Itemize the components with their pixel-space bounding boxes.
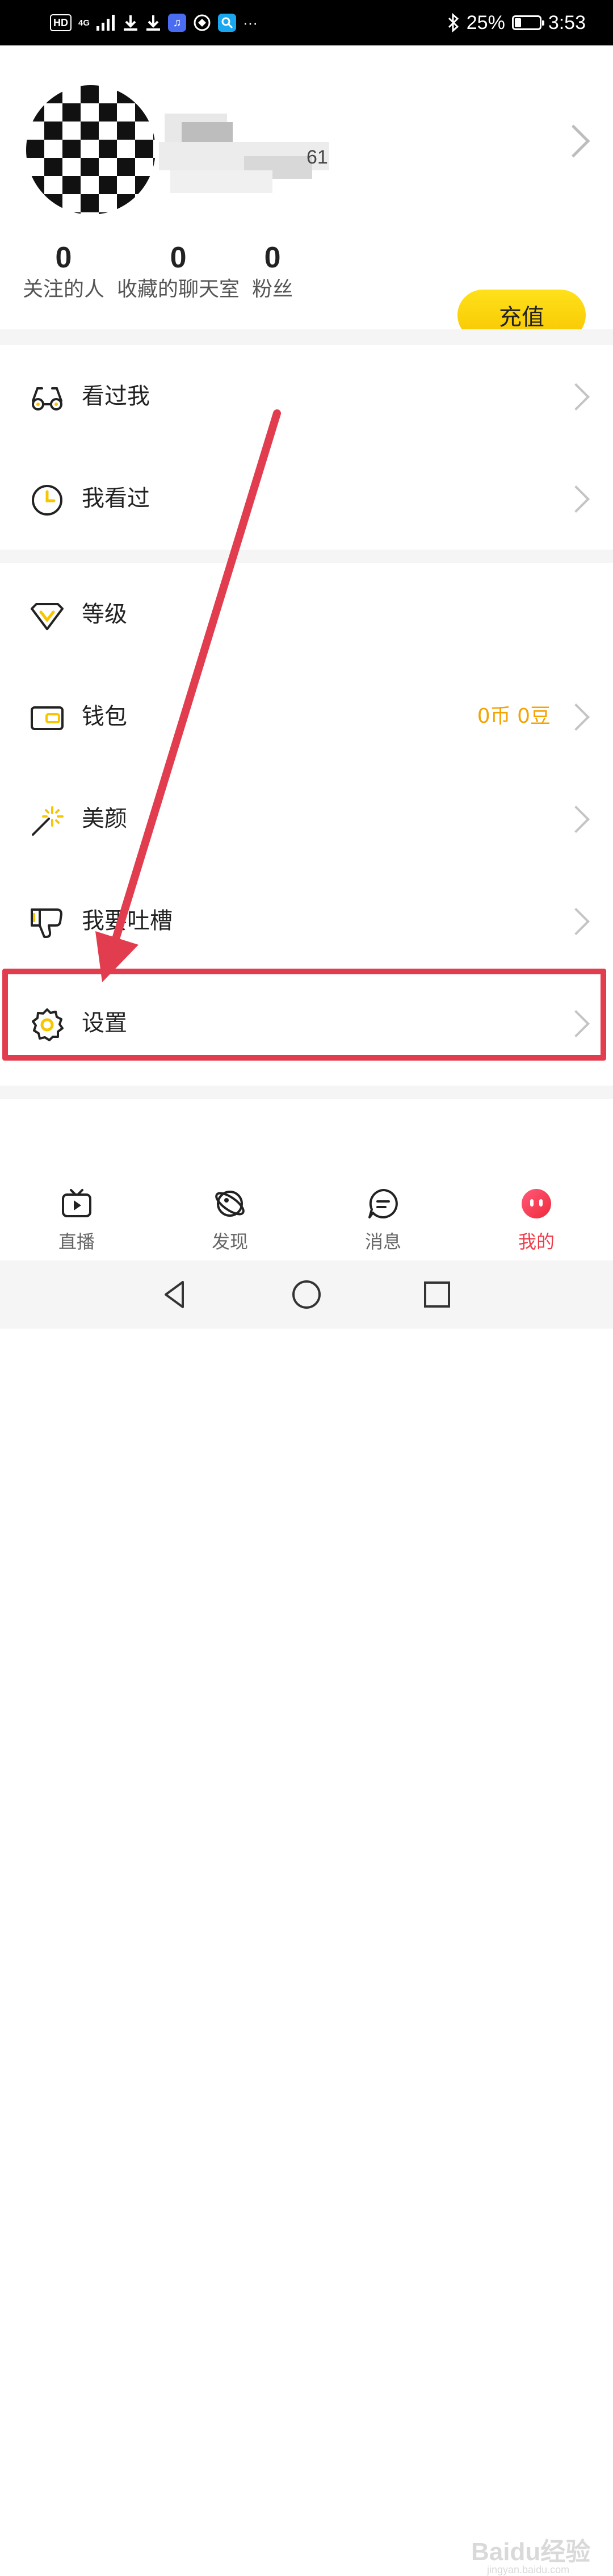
chevron-right-icon [562,907,590,936]
stat-value: 0 [264,241,281,274]
magic-wand-icon [32,806,64,836]
chevron-right-icon [562,383,590,411]
battery-level [514,18,521,27]
watermark-url: jingyan.baidu.com [487,2564,570,2575]
stat-value: 0 [170,241,187,274]
tab-me[interactable]: 我的 [460,1170,613,1260]
menu-item-visitors[interactable]: 看过我 [0,345,613,447]
tab-discover[interactable]: 发现 [153,1170,306,1260]
user-id-fragment: 61 [306,146,328,168]
tab-live[interactable]: 直播 [0,1170,153,1260]
tab-label: 直播 [58,1231,95,1253]
back-triangle-icon[interactable] [159,1279,191,1310]
search-app-icon [218,14,237,32]
tab-label: 发现 [211,1231,248,1253]
stat-value: 0 [55,241,72,274]
wallet-icon [31,706,64,730]
tab-label: 消息 [364,1231,401,1253]
signal-icon [96,15,115,31]
stat-favorite-rooms[interactable]: 0 收藏的聊天室 [117,240,240,313]
status-right: 25% 3:53 [447,9,586,36]
chevron-right-icon [557,124,590,158]
menu-item-label: 美颜 [82,806,127,832]
menu-item-label: 钱包 [82,703,127,730]
section-divider [0,329,613,345]
home-circle-icon[interactable] [291,1279,322,1310]
section-divider [0,1086,613,1099]
menu-item-visited[interactable]: 我看过 [0,447,613,550]
settings-highlight-box [2,969,606,1061]
face-avatar-icon [522,1189,551,1218]
clock-time: 3:53 [548,11,586,33]
menu-item-label: 我看过 [82,485,150,512]
bluetooth-icon [448,13,459,32]
menu-item-wallet[interactable]: 钱包 0币 0豆 [0,665,613,768]
system-nav-bar: Baidu经验 jingyan.baidu.com [0,1260,613,2575]
battery-icon [511,15,544,30]
menu-item-label: 等级 [82,601,127,627]
recents-square-icon[interactable] [421,1279,453,1310]
status-bar: HD 4G ♫ ··· 25% 3:53 [0,0,613,45]
menu-item-feedback[interactable]: 我要吐槽 [0,870,613,972]
browser-app-icon [194,14,211,31]
glasses-icon [32,387,62,411]
download-icon [146,15,161,31]
tab-messages[interactable]: 消息 [306,1170,460,1260]
diamond-level-icon [31,603,64,630]
menu-item-beauty[interactable]: 美颜 [0,768,613,870]
profile-stats: 0 关注的人 0 收藏的聊天室 0 粉丝 [23,240,293,313]
stat-following[interactable]: 0 关注的人 [23,240,104,313]
visit-history-section: 看过我 我看过 [0,345,613,550]
profile-header[interactable]: 61 0 关注的人 0 收藏的聊天室 0 粉丝 充值 [0,45,613,341]
clock-icon [32,485,62,516]
tv-play-icon [62,1189,91,1217]
menu-item-label: 看过我 [82,383,150,409]
bottom-tab-bar: 直播 发现 消息 我的 [0,1170,613,1260]
stat-fans[interactable]: 0 粉丝 [252,240,293,313]
section-divider [0,550,613,563]
hd-indicator: HD [50,14,72,31]
battery-percent: 25% [466,11,505,33]
stat-label: 收藏的聊天室 [117,278,240,301]
chat-bubble-icon [368,1189,398,1218]
music-app-icon: ♫ [168,14,187,32]
menu-item-label: 我要吐槽 [82,908,173,934]
status-left: HD 4G ♫ ··· [50,9,258,36]
wallet-balance: 0币 0豆 [477,705,551,728]
network-type: 4G [78,18,90,28]
stat-label: 关注的人 [23,278,105,301]
menu-item-level[interactable]: 等级 [0,563,613,665]
chevron-right-icon [562,805,590,833]
chevron-right-icon [562,703,590,731]
more-notifications: ··· [243,14,258,31]
thumbs-down-icon [31,908,62,938]
tab-label: 我的 [518,1231,555,1253]
avatar[interactable] [26,85,156,215]
download-icon [124,15,138,31]
stat-label: 粉丝 [252,278,293,301]
chevron-right-icon [562,485,590,513]
planet-icon [215,1191,245,1217]
username-pixelated [159,97,397,199]
watermark-logo: Baidu经验 [471,2538,591,2566]
